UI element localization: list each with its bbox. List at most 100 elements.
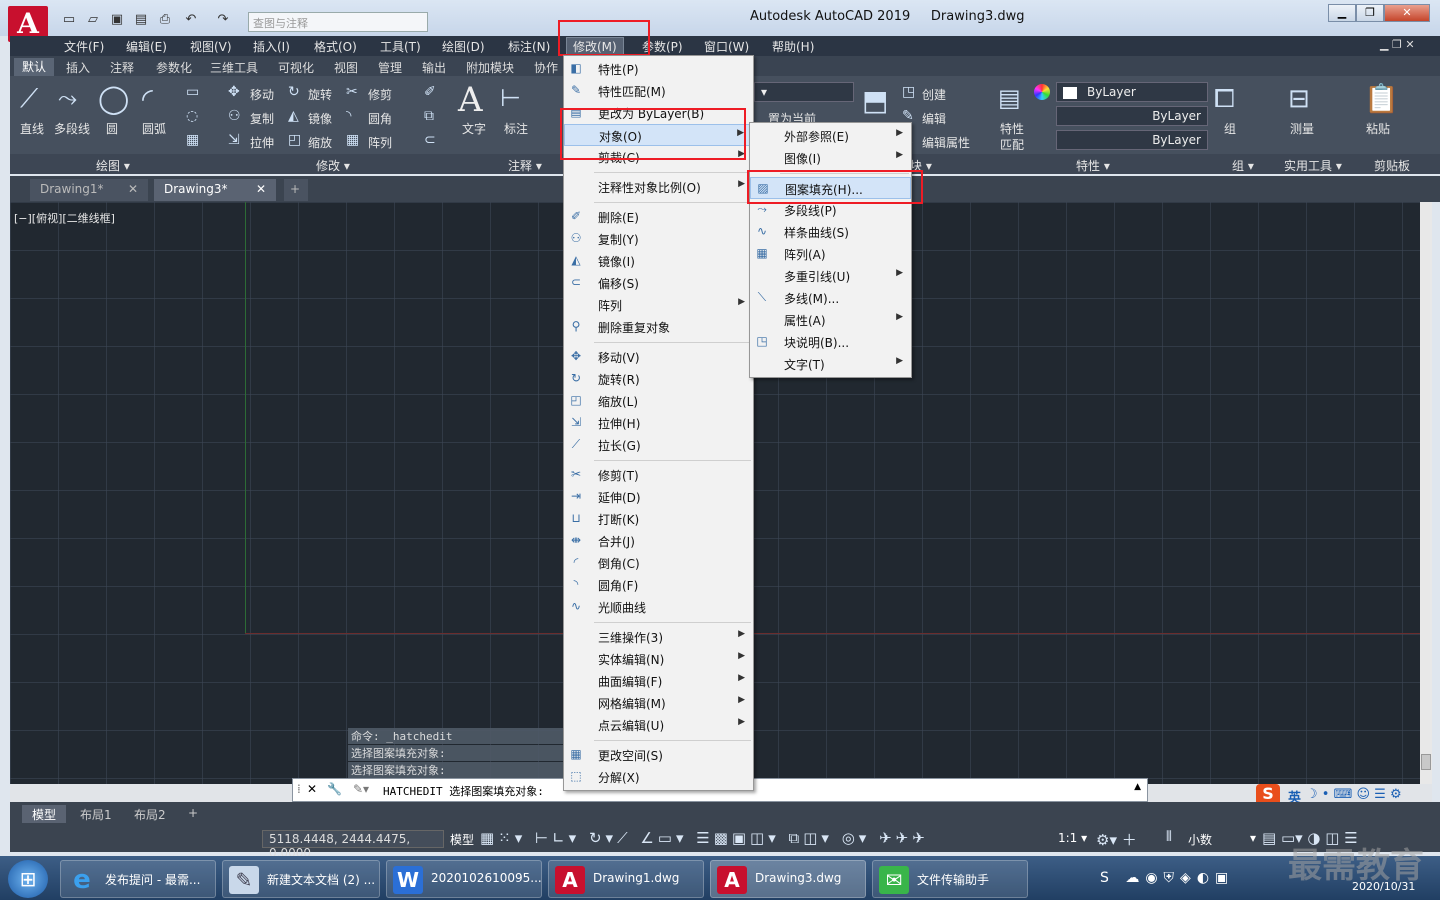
tab-insert[interactable]: 插入	[66, 59, 90, 76]
rectangle-icon[interactable]: ▭	[186, 84, 199, 100]
line-tool-label[interactable]: 直线	[20, 120, 44, 137]
maximize-button[interactable]: ❐	[1356, 4, 1384, 22]
tab-3d-tools[interactable]: 三维工具	[210, 59, 258, 76]
modify_menu-item[interactable]: ✐ 删除(E)	[564, 206, 753, 228]
modify_menu-item[interactable]: ⊂ 偏移(S)	[564, 272, 753, 294]
annotation-scale[interactable]: 1:1 ▾	[1058, 831, 1087, 845]
tab-parametric[interactable]: 参数化	[156, 59, 192, 76]
menu-edit[interactable]: 编辑(E)	[126, 38, 167, 55]
menu-format[interactable]: 格式(O)	[314, 38, 357, 55]
tab-view[interactable]: 视图	[334, 59, 358, 76]
lineweight-dropdown[interactable]: ByLayer	[1056, 130, 1208, 150]
redo-icon[interactable]: ↷	[214, 12, 232, 28]
modify_menu-item[interactable]: ◭ 镜像(I)	[564, 250, 753, 272]
modify_menu-item[interactable]: ⇥ 延伸(D)	[564, 486, 753, 508]
array-icon[interactable]: ▦	[346, 132, 359, 148]
group-tool-label[interactable]: 组	[1224, 120, 1236, 137]
utilities-panel-label[interactable]: 实用工具 ▾	[1284, 157, 1342, 174]
modify_menu-item[interactable]: ⇼ 合并(J)	[564, 530, 753, 552]
modify_menu-item[interactable]: 点云编辑(U) ▶	[564, 714, 753, 736]
object_submenu-item[interactable]: 外部参照(E) ▶	[750, 125, 911, 147]
tab-home[interactable]: 默认	[14, 58, 55, 76]
object_submenu-item[interactable]: ⟍ 多线(M)...	[750, 287, 911, 309]
match-properties-icon[interactable]: ▤	[998, 84, 1021, 112]
modify-panel-label[interactable]: 修改 ▾	[316, 157, 350, 174]
tab-model[interactable]: 模型	[22, 805, 67, 823]
modify_menu-item[interactable]: ⟋ 拉长(G)	[564, 434, 753, 456]
modify_menu-item[interactable]: ◰ 缩放(L)	[564, 390, 753, 412]
command-input[interactable]: HATCHEDIT 选择图案填充对象:	[383, 783, 544, 799]
copy-icon[interactable]: ⚇	[228, 108, 241, 124]
move-icon[interactable]: ✥	[228, 84, 240, 100]
rotate-icon[interactable]: ↻	[288, 84, 300, 100]
object_submenu-item[interactable]: 属性(A) ▶	[750, 309, 911, 331]
vertical-scroll-thumb[interactable]	[1421, 754, 1431, 770]
coordinate-display[interactable]: 5118.4448, 2444.4475, 0.0000	[262, 830, 444, 860]
command-history-toggle-icon[interactable]: ▲	[1134, 782, 1141, 792]
modify_menu-item[interactable]: ▦ 更改空间(S)	[564, 744, 753, 766]
vertical-scrollbar[interactable]	[1420, 202, 1432, 784]
copy-tool-label[interactable]: 复制	[250, 110, 274, 127]
offset-icon[interactable]: ⊂	[424, 132, 436, 148]
units-icon[interactable]: ⫴	[1166, 829, 1172, 845]
model-space-button[interactable]: 模型	[450, 831, 474, 848]
gradient-icon[interactable]: ▦	[186, 132, 199, 148]
modify_menu-item[interactable]: ⚇ 复制(Y)	[564, 228, 753, 250]
layer-dropdown[interactable]: ▾	[754, 82, 854, 102]
close-command-line-icon[interactable]: ✕	[307, 782, 317, 796]
close-button[interactable]: ✕	[1384, 4, 1430, 22]
linetype-dropdown[interactable]: ByLayer	[1056, 106, 1208, 126]
properties-panel-label[interactable]: 特性 ▾	[1076, 157, 1110, 174]
object_submenu-item[interactable]: 多重引线(U) ▶	[750, 265, 911, 287]
erase-icon[interactable]: ✐	[424, 84, 436, 100]
workspace-gear-icon[interactable]: ⚙▾ ＋	[1096, 829, 1137, 850]
fillet-icon[interactable]: ◝	[346, 108, 351, 124]
circle-icon[interactable]: ◯	[98, 82, 129, 115]
modify_menu-item[interactable]: 三维操作(3) ▶	[564, 626, 753, 648]
modify_menu-item[interactable]: ⇲ 拉伸(H)	[564, 412, 753, 434]
modify_menu-item[interactable]: ✎ 特性匹配(M)	[564, 80, 753, 102]
mirror-icon[interactable]: ◭	[288, 108, 299, 124]
scale-icon[interactable]: ◰	[288, 132, 301, 148]
start-button-icon[interactable]: ⊞	[8, 860, 48, 898]
tab-output[interactable]: 输出	[422, 59, 446, 76]
tab-layout2[interactable]: 布局2	[124, 805, 176, 823]
modify_menu-item[interactable]: ◜ 倒角(C)	[564, 552, 753, 574]
save-icon[interactable]: ▣	[108, 12, 126, 28]
tab-addins[interactable]: 附加模块	[466, 59, 514, 76]
stretch-tool-label[interactable]: 拉伸	[250, 134, 274, 151]
modify_menu-item[interactable]: ✂ 修剪(T)	[564, 464, 753, 486]
paste-icon[interactable]: 📋	[1364, 82, 1399, 115]
workspace-search-input[interactable]: 查图与注释	[248, 12, 428, 32]
modify_menu-item[interactable]: ∿ 光顺曲线	[564, 596, 753, 618]
minimize-button[interactable]: ▁	[1328, 4, 1356, 22]
modify_menu-item[interactable]: ◝ 圆角(F)	[564, 574, 753, 596]
stretch-icon[interactable]: ⇲	[228, 132, 240, 148]
edit-block-label[interactable]: 编辑	[922, 110, 946, 127]
object_submenu-item[interactable]: 图像(I) ▶	[750, 147, 911, 169]
system-tray-icons[interactable]: S ☁◉⛨◈◐▣	[1100, 870, 1234, 886]
text-tool-label[interactable]: 文字	[462, 120, 486, 137]
menu-file[interactable]: 文件(F)	[64, 38, 104, 55]
color-wheel-icon[interactable]	[1034, 84, 1050, 100]
menu-insert[interactable]: 插入(I)	[253, 38, 290, 55]
text-icon[interactable]: A	[458, 80, 483, 120]
doc-tab-drawing1[interactable]: Drawing1* ✕	[30, 179, 148, 201]
tab-collaborate[interactable]: 协作	[534, 59, 558, 76]
menu-window[interactable]: 窗口(W)	[704, 38, 749, 55]
mirror-tool-label[interactable]: 镜像	[308, 110, 332, 127]
customize-icon[interactable]: 🔧	[327, 782, 342, 796]
units-dropdown[interactable]: 小数 ▾	[1188, 831, 1256, 848]
polyline-tool-label[interactable]: 多段线	[54, 120, 90, 137]
line-icon[interactable]: ⟋	[20, 84, 38, 115]
viewport-controls[interactable]: [−][俯视][二维线框]	[14, 210, 115, 226]
object_submenu-item[interactable]: 文字(T) ▶	[750, 353, 911, 375]
trim-icon[interactable]: ✂	[346, 84, 358, 100]
taskbar-ie[interactable]: e 发布提问 - 最需...	[60, 860, 216, 898]
measure-tool-label[interactable]: 测量	[1290, 120, 1314, 137]
modify_menu-item[interactable]: 注释性对象比例(O) ▶	[564, 176, 753, 198]
new-file-icon[interactable]: ▭	[60, 12, 78, 28]
object_submenu-item[interactable]: ▦ 阵列(A)	[750, 243, 911, 265]
hatch-icon[interactable]: ◌	[186, 108, 198, 124]
object_submenu-item[interactable]: ◳ 块说明(B)...	[750, 331, 911, 353]
